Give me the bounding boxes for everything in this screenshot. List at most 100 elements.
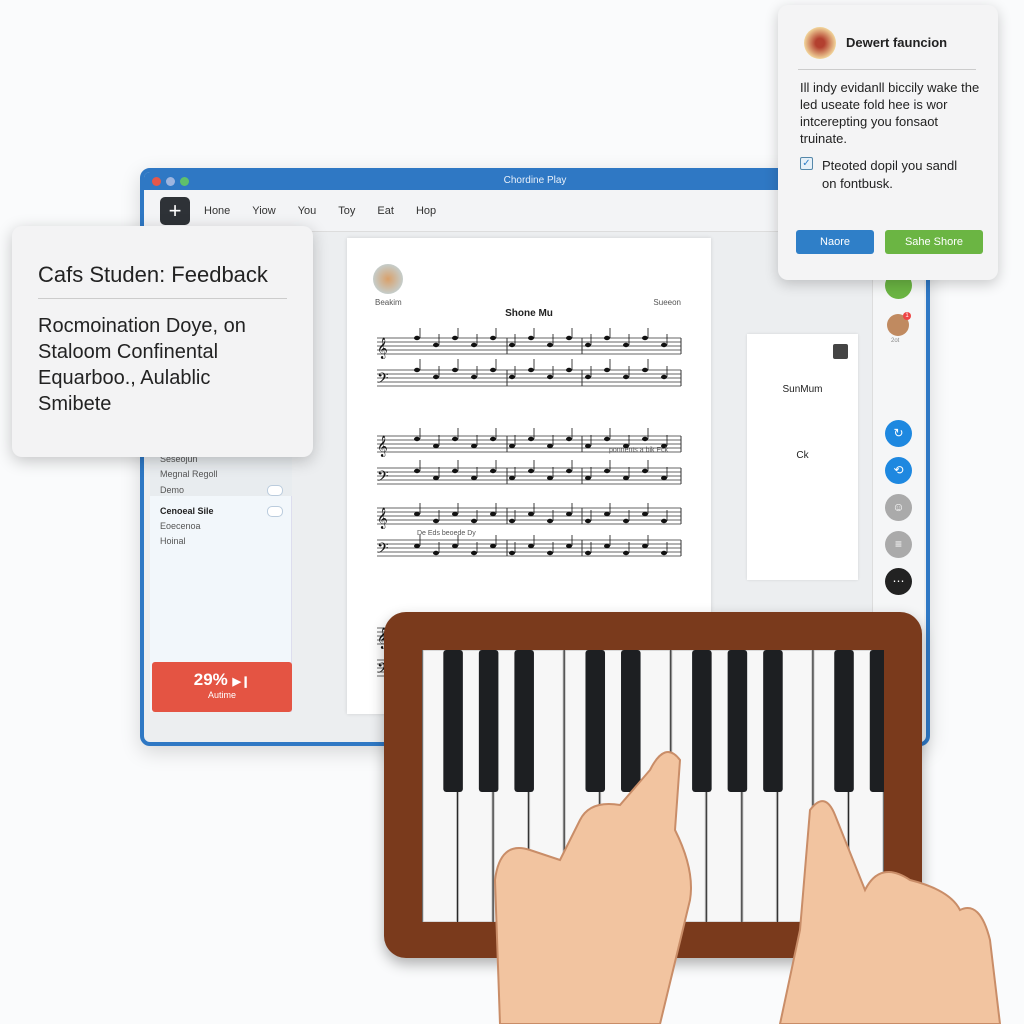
note [566,335,572,341]
clef-icon: 𝄞 [377,338,388,359]
note [433,518,439,524]
composer-caption: Sueeon [653,298,681,307]
note [566,436,572,442]
close-window-button[interactable] [152,177,161,186]
note [642,543,648,549]
menu-item[interactable]: Hop [416,205,436,217]
sidebar-item[interactable]: Demo [160,485,184,495]
refresh-icon[interactable]: ↻ [885,420,912,447]
menu-item[interactable]: Hone [204,205,230,217]
note [661,342,667,348]
note [509,550,515,556]
note [509,374,515,380]
note [547,550,553,556]
note [452,468,458,474]
note [604,367,610,373]
feedback-body: Rocmoination Doye, on Staloom Confinenta… [38,315,246,415]
note [661,518,667,524]
sidebar-item[interactable]: Eoecenoa [160,521,201,531]
clef-icon: 𝄢 [377,468,389,488]
note [414,335,420,341]
note [414,367,420,373]
note [623,518,629,524]
note [471,342,477,348]
note [414,543,420,549]
window-title: Chordine Play [503,175,567,186]
popup-button-share[interactable]: Sahe Shore [885,230,983,254]
sidebar-item[interactable]: Megnal Regoll [160,469,218,479]
clef-icon: 𝄞 [377,436,388,457]
menu-item[interactable]: You [298,205,317,217]
note [604,335,610,341]
note [509,342,515,348]
note [471,443,477,449]
note [452,543,458,549]
note [471,550,477,556]
note [490,367,496,373]
avatar [804,27,836,59]
note [661,550,667,556]
card-title: SunMum [782,384,823,395]
note [433,550,439,556]
feedback-card: Cafs Studen: Feedback Rocmoination Doye,… [12,226,313,457]
plus-icon[interactable]: + [160,196,190,225]
note [604,511,610,517]
menu-item[interactable]: Eat [377,205,394,217]
right-hand [778,800,1002,1024]
note [642,335,648,341]
note [414,468,420,474]
note [490,511,496,517]
note [585,374,591,380]
minimize-window-button[interactable] [166,177,175,186]
note [509,475,515,481]
card-value: Ck [796,450,809,461]
note [414,436,420,442]
sync-icon[interactable]: ⟲ [885,457,912,484]
sidebar-item-active[interactable]: Cenoeal Sile [160,506,214,516]
note [585,518,591,524]
notification-badge: 1 [903,312,911,320]
menu-item[interactable]: Yiow [252,205,275,217]
popup-button-primary[interactable]: Naore [796,230,874,254]
note [509,518,515,524]
note [623,342,629,348]
note [452,335,458,341]
sidebar-badge-icon[interactable] [267,485,283,496]
progress-value: 29% [193,670,228,689]
note [471,475,477,481]
note [414,511,420,517]
note [566,367,572,373]
note [471,518,477,524]
note [642,468,648,474]
sidebar-badge-icon[interactable] [267,506,283,517]
note [471,374,477,380]
maximize-window-button[interactable] [180,177,189,186]
note [433,374,439,380]
note [528,543,534,549]
settings-icon[interactable]: ≡ [885,531,912,558]
note [585,475,591,481]
progress-button[interactable]: 29% ▶❙ Autime [152,662,292,712]
avatar [373,264,403,294]
note [623,550,629,556]
note [547,443,553,449]
sidebar-item[interactable]: Hoinal [160,536,186,546]
checkbox[interactable]: ✓ [800,157,813,170]
black-key[interactable] [443,650,463,792]
note [623,374,629,380]
menu-item[interactable]: Toy [338,205,355,217]
user-icon[interactable]: ☺ [885,494,912,521]
note [490,468,496,474]
sheet-annotation: De Eds beoede Dy [417,530,476,537]
note [604,468,610,474]
checkbox-label: Pteoted dopil you sandl on fontbusk. [822,158,958,191]
more-icon[interactable]: ⋯ [885,568,912,595]
note [528,436,534,442]
close-icon[interactable] [833,344,848,359]
note [566,543,572,549]
note [452,367,458,373]
note [642,511,648,517]
clef-icon: 𝄢 [377,370,389,390]
note [547,374,553,380]
note [547,518,553,524]
